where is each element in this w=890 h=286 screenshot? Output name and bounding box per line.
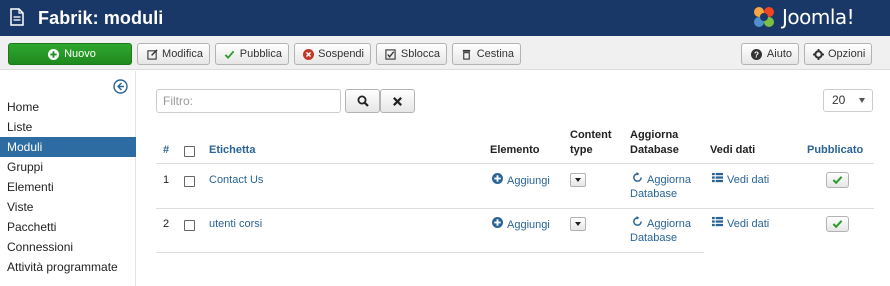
row-2-add-element-link[interactable]: Aggiungi xyxy=(490,217,550,232)
row-1-checkbox[interactable] xyxy=(184,176,195,187)
row-2-update-db-link[interactable]: Aggiorna Database xyxy=(630,216,691,245)
row-2-update-db-line2: Database xyxy=(630,232,678,244)
trash-button-label: Cestina xyxy=(476,48,514,60)
unpublish-button-label: Sospendi xyxy=(318,48,364,60)
row-1-id: 1 xyxy=(163,174,170,186)
edit-icon xyxy=(146,48,158,60)
check-icon xyxy=(832,220,843,229)
collapse-sidebar-icon[interactable] xyxy=(113,79,128,94)
column-header-content-type-line1: Content xyxy=(570,129,612,141)
row-divider xyxy=(156,252,704,253)
filter-input[interactable] xyxy=(156,89,341,113)
svg-text:?: ? xyxy=(754,50,759,59)
plus-circle-icon xyxy=(490,173,504,188)
column-header-update-db-line1: Aggiorna xyxy=(630,129,679,141)
row-1-published-toggle[interactable] xyxy=(826,172,849,188)
joomla-logo-icon xyxy=(754,7,774,27)
row-2-checkbox[interactable] xyxy=(184,220,195,231)
close-icon xyxy=(393,96,402,106)
clear-button[interactable] xyxy=(380,89,415,113)
row-1-update-db-link[interactable]: Aggiorna Database xyxy=(630,172,691,201)
document-icon xyxy=(10,8,24,26)
row-divider xyxy=(156,208,874,209)
row-2-id: 2 xyxy=(163,218,170,230)
trash-button[interactable]: Cestina xyxy=(452,43,521,65)
column-header-content-type-line2: type xyxy=(570,144,593,156)
column-header-view-data: Vedi dati xyxy=(710,144,756,156)
check-icon xyxy=(224,49,236,60)
checkbox-icon xyxy=(385,48,397,60)
refresh-icon xyxy=(630,172,644,187)
row-2-published-toggle[interactable] xyxy=(826,216,849,232)
row-1-add-element-label: Aggiungi xyxy=(507,175,550,187)
options-button-label: Opzioni xyxy=(828,48,866,60)
checkin-button[interactable]: Sblocca xyxy=(376,43,447,65)
sidebar-item-connections[interactable]: Connessioni xyxy=(0,237,136,257)
sidebar-item-elements[interactable]: Elementi xyxy=(0,177,136,197)
page-title: Fabrik: moduli xyxy=(38,8,164,28)
options-button[interactable]: Opzioni xyxy=(804,43,872,65)
trash-icon xyxy=(461,49,473,60)
list-limit-value: 20 xyxy=(832,93,846,107)
list-icon xyxy=(710,172,724,187)
check-icon xyxy=(832,176,843,185)
sidebar-item-forms[interactable]: Moduli xyxy=(0,137,136,157)
cancel-circle-icon xyxy=(303,48,315,60)
toolbar: Nuovo Modifica Pubblica Sospendi Sblocca… xyxy=(0,36,890,70)
row-2-view-data-label: Vedi dati xyxy=(727,218,770,230)
row-2-view-data-link[interactable]: Vedi dati xyxy=(710,216,769,231)
new-button[interactable]: Nuovo xyxy=(8,43,132,65)
sidebar-item-packages[interactable]: Pacchetti xyxy=(0,217,136,237)
new-button-label: Nuovo xyxy=(64,48,96,60)
list-limit-select[interactable]: 20 xyxy=(823,89,873,112)
column-header-published[interactable]: Pubblicato xyxy=(807,143,863,157)
row-2-add-element-label: Aggiungi xyxy=(507,219,550,231)
help-button[interactable]: ? Aiuto xyxy=(741,43,799,65)
sidebar-item-home[interactable]: Home xyxy=(0,97,136,117)
row-1-content-type-dropdown[interactable] xyxy=(570,173,586,187)
sidebar-item-visualizations[interactable]: Viste xyxy=(0,197,136,217)
sidebar-item-groups[interactable]: Gruppi xyxy=(0,157,136,177)
row-2-content-type-dropdown[interactable] xyxy=(570,217,586,231)
sidebar-item-lists[interactable]: Liste xyxy=(0,117,136,137)
question-circle-icon: ? xyxy=(750,48,763,60)
publish-button-label: Pubblica xyxy=(239,48,282,60)
edit-button-label: Modifica xyxy=(162,48,203,60)
search-button[interactable] xyxy=(345,89,380,113)
row-1-add-element-link[interactable]: Aggiungi xyxy=(490,173,550,188)
column-header-update-db-line2: Database xyxy=(630,144,679,156)
header-divider xyxy=(156,163,874,164)
publish-button[interactable]: Pubblica xyxy=(215,43,289,65)
plus-circle-icon xyxy=(490,217,504,232)
checkin-button-label: Sblocca xyxy=(400,48,440,60)
unpublish-button[interactable]: Sospendi xyxy=(294,43,371,65)
row-2-label-link[interactable]: utenti corsi xyxy=(209,217,262,231)
refresh-icon xyxy=(630,216,644,231)
row-1-update-db-line1: Aggiorna xyxy=(647,174,692,186)
help-button-label: Aiuto xyxy=(766,48,792,60)
plus-circle-icon xyxy=(46,48,60,60)
row-1-label-link[interactable]: Contact Us xyxy=(209,173,263,187)
list-icon xyxy=(710,216,724,231)
sidebar-item-scheduled-tasks[interactable]: Attività programmate xyxy=(0,257,136,277)
column-header-id[interactable]: # xyxy=(163,143,169,157)
joomla-logo[interactable]: Joomla! xyxy=(750,3,880,31)
select-all-checkbox[interactable] xyxy=(184,146,195,157)
gear-icon xyxy=(813,48,824,60)
chevron-down-icon xyxy=(859,98,865,103)
row-2-update-db-line1: Aggiorna xyxy=(647,218,692,230)
edit-button[interactable]: Modifica xyxy=(137,43,210,65)
row-1-view-data-label: Vedi dati xyxy=(727,174,770,186)
joomla-logo-text: Joomla! xyxy=(782,5,855,29)
row-1-update-db-line2: Database xyxy=(630,188,678,200)
sidebar: Home Liste Moduli Gruppi Elementi Viste … xyxy=(0,71,136,286)
page-header: Fabrik: moduli Joomla! xyxy=(0,0,890,36)
search-icon xyxy=(357,95,369,107)
column-header-element: Elemento xyxy=(490,144,540,156)
row-1-view-data-link[interactable]: Vedi dati xyxy=(710,172,769,187)
column-header-label[interactable]: Etichetta xyxy=(209,143,255,157)
